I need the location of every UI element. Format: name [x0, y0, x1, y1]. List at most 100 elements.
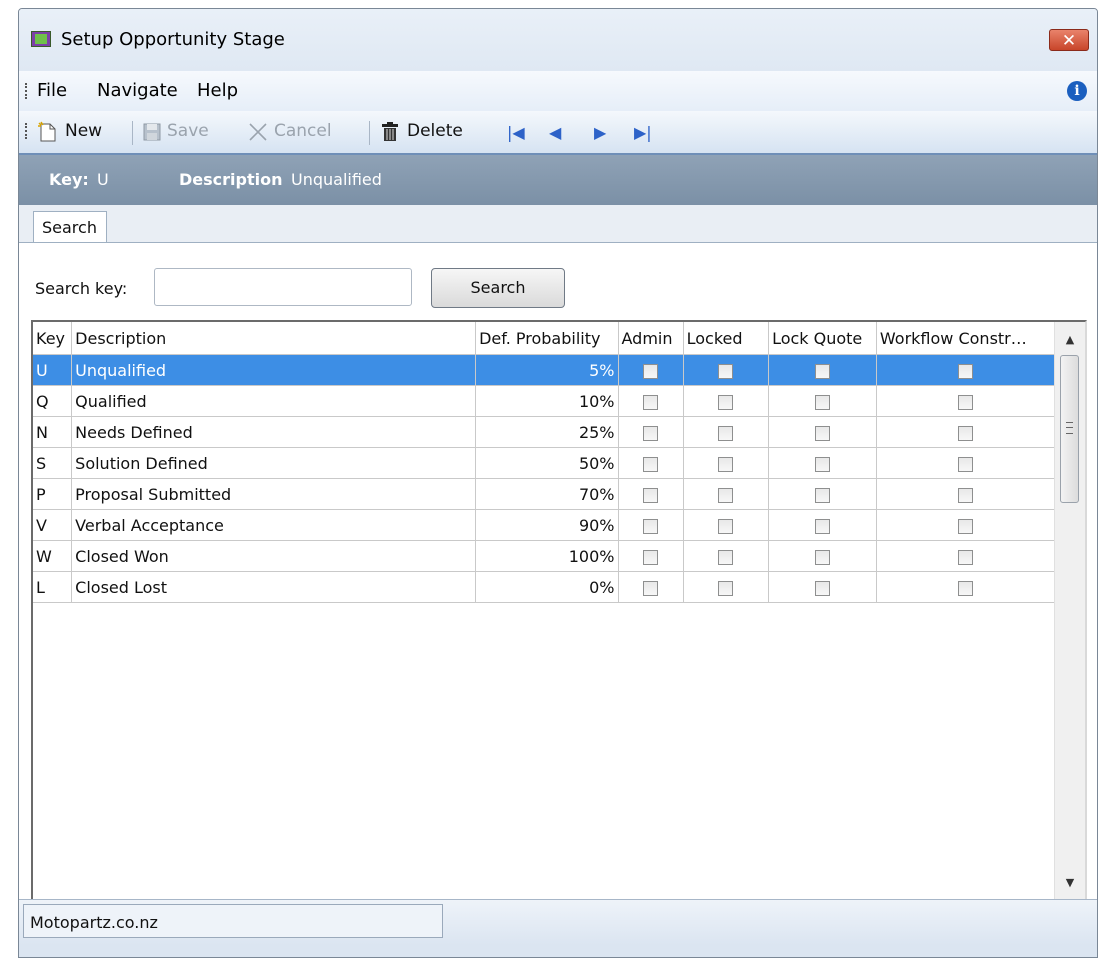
- cell-probability: 10%: [475, 385, 619, 417]
- cell-admin: [618, 416, 684, 448]
- locked-checkbox[interactable]: [718, 456, 734, 472]
- cell-admin: [618, 571, 684, 603]
- cell-lock-quote: [768, 447, 877, 479]
- lock-quote-checkbox[interactable]: [814, 456, 830, 472]
- cell-workflow: [876, 447, 1056, 479]
- info-icon[interactable]: i: [1067, 81, 1087, 101]
- lock-quote-checkbox[interactable]: [814, 363, 830, 379]
- cell-lock-quote: [768, 416, 877, 448]
- cell-admin: [618, 478, 684, 510]
- lock-quote-checkbox[interactable]: [814, 580, 830, 596]
- column-header-lock-quote[interactable]: Lock Quote: [768, 322, 877, 355]
- admin-checkbox[interactable]: [643, 580, 659, 596]
- new-label: New: [65, 121, 103, 141]
- vertical-scrollbar[interactable]: ▲ ▼: [1054, 322, 1085, 901]
- lock-quote-checkbox[interactable]: [814, 549, 830, 565]
- column-header-probability[interactable]: Def. Probability: [475, 322, 619, 355]
- column-header-description[interactable]: Description: [71, 322, 477, 355]
- cell-probability: 100%: [475, 540, 619, 572]
- admin-checkbox[interactable]: [643, 456, 659, 472]
- locked-checkbox[interactable]: [718, 487, 734, 503]
- lock-quote-checkbox[interactable]: [814, 394, 830, 410]
- previous-record-icon[interactable]: ◀: [549, 123, 561, 142]
- last-record-icon[interactable]: ▶|: [634, 123, 652, 142]
- locked-checkbox[interactable]: [718, 394, 734, 410]
- cell-key: N: [33, 416, 73, 448]
- admin-checkbox[interactable]: [643, 394, 659, 410]
- delete-label: Delete: [407, 121, 463, 141]
- cell-workflow: [876, 354, 1056, 386]
- table-row[interactable]: S Solution Defined 50%: [33, 447, 1056, 479]
- workflow-checkbox[interactable]: [957, 363, 973, 379]
- workflow-checkbox[interactable]: [957, 580, 973, 596]
- admin-checkbox[interactable]: [643, 425, 659, 441]
- table-row[interactable]: Q Qualified 10%: [33, 385, 1056, 417]
- column-header-key[interactable]: Key: [33, 322, 73, 355]
- close-button[interactable]: ✕: [1049, 29, 1089, 51]
- search-panel: Search key: Search Key Description Def. …: [19, 242, 1097, 903]
- column-header-locked[interactable]: Locked: [683, 322, 770, 355]
- cell-description: Unqualified: [71, 354, 477, 386]
- table-row[interactable]: L Closed Lost 0%: [33, 571, 1056, 603]
- next-record-icon[interactable]: ▶: [594, 123, 606, 142]
- scroll-thumb[interactable]: [1060, 355, 1079, 503]
- cell-description: Verbal Acceptance: [71, 509, 477, 541]
- tab-search[interactable]: Search: [33, 211, 107, 243]
- app-icon: [31, 31, 51, 47]
- lock-quote-checkbox[interactable]: [814, 487, 830, 503]
- column-header-workflow[interactable]: Workflow Constr…: [876, 322, 1056, 355]
- locked-checkbox[interactable]: [718, 580, 734, 596]
- trash-can-icon: [382, 122, 398, 141]
- cell-lock-quote: [768, 571, 877, 603]
- toolbar-separator: [369, 121, 370, 145]
- cell-locked: [683, 509, 770, 541]
- workflow-checkbox[interactable]: [957, 549, 973, 565]
- lock-quote-checkbox[interactable]: [814, 425, 830, 441]
- workflow-checkbox[interactable]: [957, 518, 973, 534]
- locked-checkbox[interactable]: [718, 363, 734, 379]
- locked-checkbox[interactable]: [718, 518, 734, 534]
- table-row[interactable]: U Unqualified 5%: [33, 354, 1056, 386]
- table-row[interactable]: W Closed Won 100%: [33, 540, 1056, 572]
- cell-lock-quote: [768, 354, 877, 386]
- admin-checkbox[interactable]: [643, 487, 659, 503]
- cell-probability: 0%: [475, 571, 619, 603]
- workflow-checkbox[interactable]: [957, 425, 973, 441]
- cell-lock-quote: [768, 478, 877, 510]
- cell-locked: [683, 416, 770, 448]
- locked-checkbox[interactable]: [718, 425, 734, 441]
- workflow-checkbox[interactable]: [957, 456, 973, 472]
- cell-locked: [683, 571, 770, 603]
- table-header-row: Key Description Def. Probability Admin L…: [33, 322, 1056, 355]
- locked-checkbox[interactable]: [718, 549, 734, 565]
- admin-checkbox[interactable]: [643, 549, 659, 565]
- scroll-down-icon[interactable]: ▼: [1055, 869, 1085, 897]
- workflow-checkbox[interactable]: [957, 487, 973, 503]
- search-button[interactable]: Search: [431, 268, 565, 308]
- cell-description: Closed Won: [71, 540, 477, 572]
- lock-quote-checkbox[interactable]: [814, 518, 830, 534]
- key-label: Key:: [49, 170, 89, 189]
- table-row[interactable]: P Proposal Submitted 70%: [33, 478, 1056, 510]
- menu-help[interactable]: Help: [197, 80, 238, 101]
- title-bar: Setup Opportunity Stage ✕: [19, 9, 1097, 71]
- cell-workflow: [876, 509, 1056, 541]
- cell-probability: 50%: [475, 447, 619, 479]
- cell-locked: [683, 354, 770, 386]
- column-header-admin[interactable]: Admin: [618, 322, 684, 355]
- admin-checkbox[interactable]: [643, 363, 659, 379]
- first-record-icon[interactable]: |◀: [507, 123, 525, 142]
- admin-checkbox[interactable]: [643, 518, 659, 534]
- table-row[interactable]: N Needs Defined 25%: [33, 416, 1056, 448]
- cell-workflow: [876, 571, 1056, 603]
- workflow-checkbox[interactable]: [957, 394, 973, 410]
- table-row[interactable]: V Verbal Acceptance 90%: [33, 509, 1056, 541]
- search-key-input[interactable]: [154, 268, 412, 306]
- cell-locked: [683, 478, 770, 510]
- cell-locked: [683, 385, 770, 417]
- menu-file[interactable]: File: [37, 80, 67, 101]
- cell-locked: [683, 447, 770, 479]
- cell-key: S: [33, 447, 73, 479]
- scroll-up-icon[interactable]: ▲: [1055, 326, 1085, 354]
- menu-navigate[interactable]: Navigate: [97, 80, 178, 101]
